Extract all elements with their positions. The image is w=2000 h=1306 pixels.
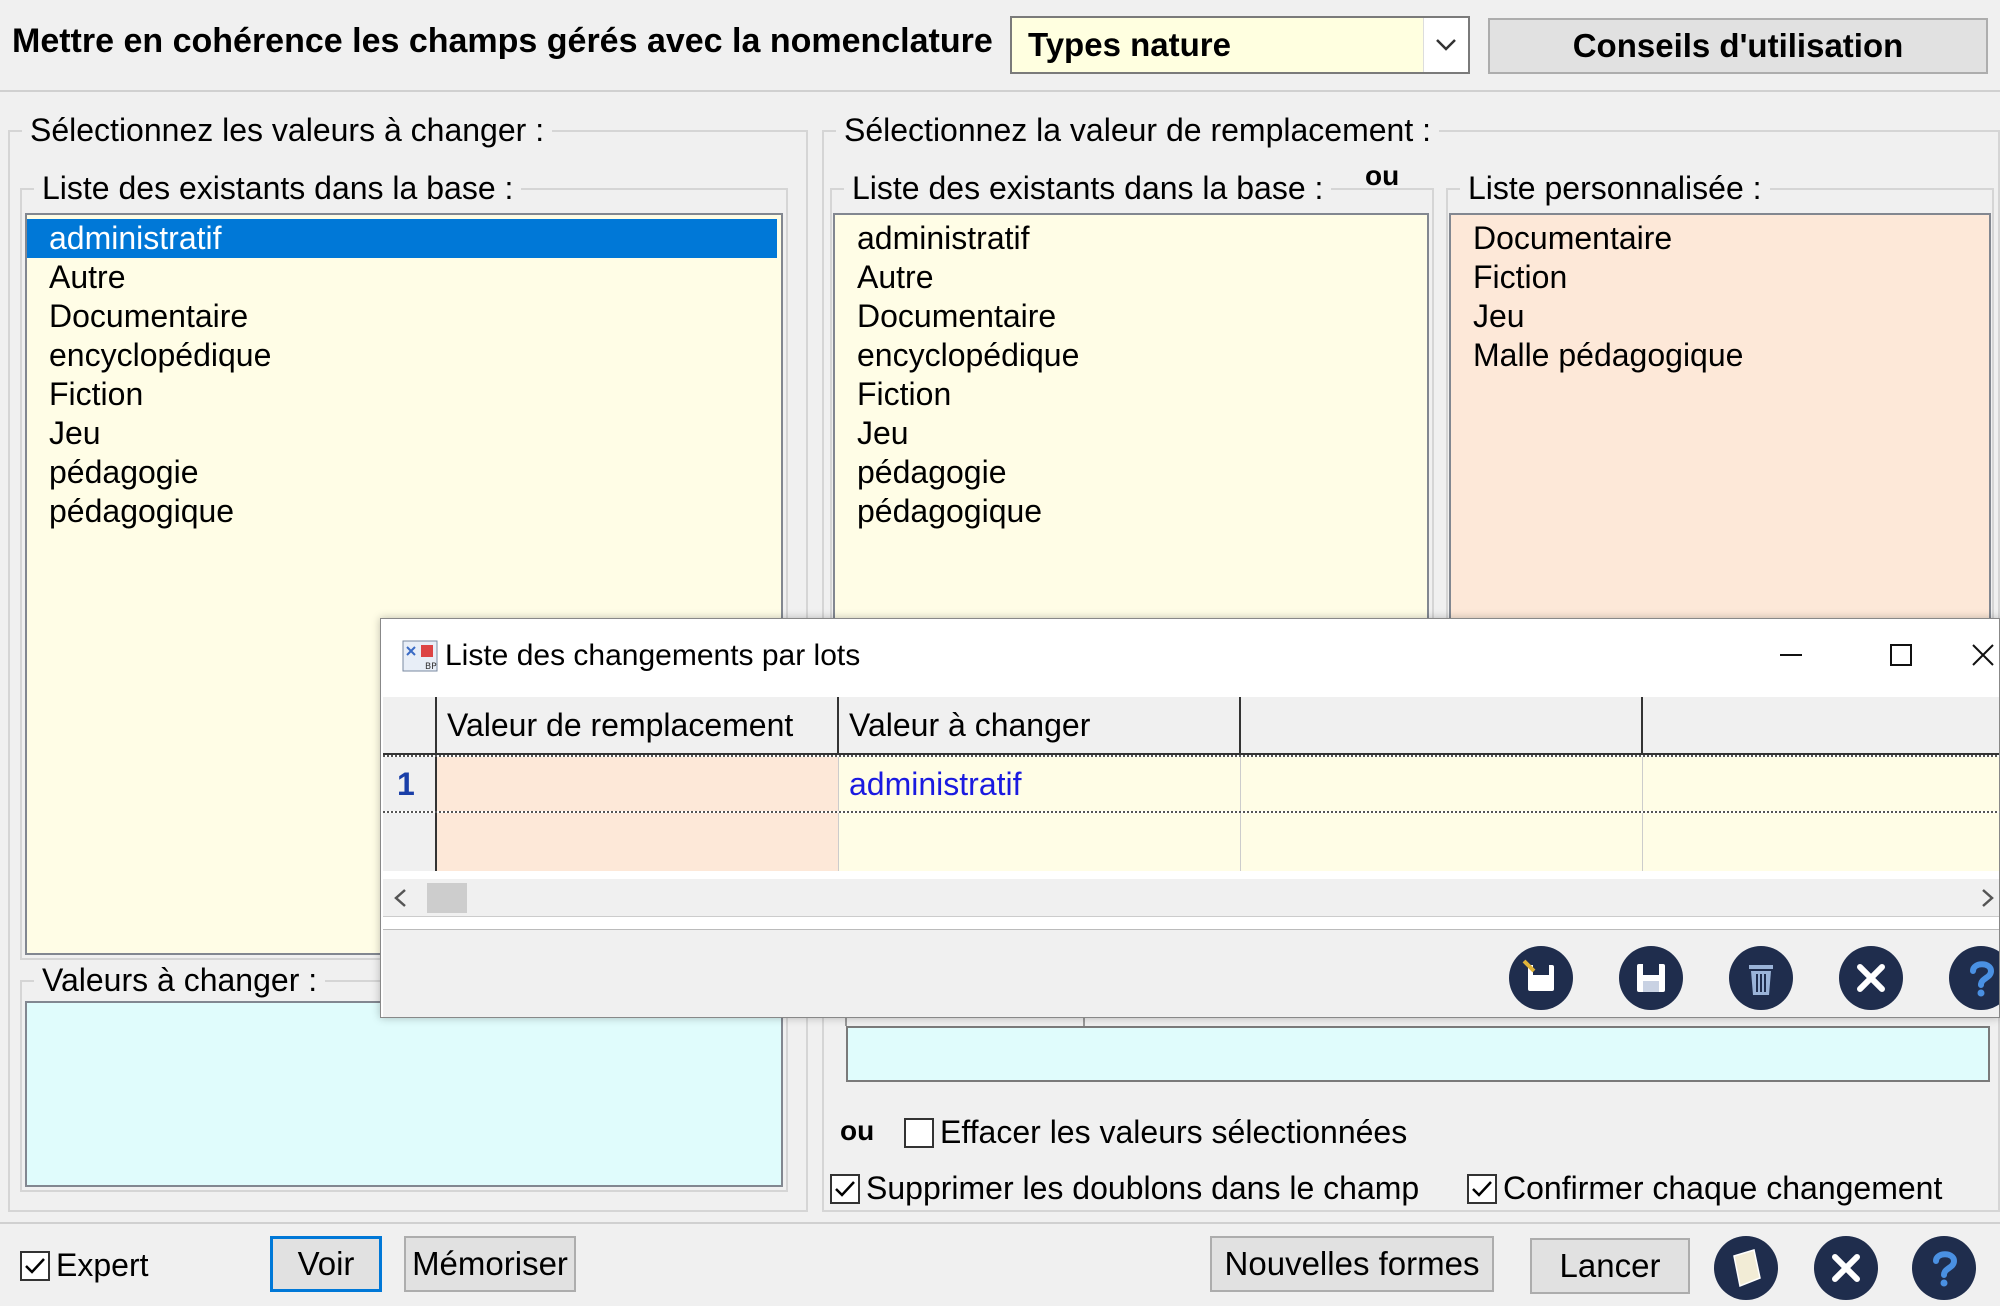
dedupe-checkbox-label: Supprimer les doublons dans le champ: [866, 1170, 1420, 1206]
column-header-value[interactable]: Valeur à changer: [839, 697, 1241, 753]
erase-checkbox[interactable]: Effacer les valeurs sélectionnées: [904, 1114, 1407, 1151]
list-item[interactable]: Fiction: [1451, 258, 1989, 297]
list-item[interactable]: Documentaire: [835, 297, 1427, 336]
right-list-legend: Liste des existants dans la base :: [852, 170, 1324, 206]
list-item[interactable]: Autre: [835, 258, 1427, 297]
replacement-cell[interactable]: [437, 813, 839, 871]
column-header-4[interactable]: [1643, 697, 1999, 753]
values-to-change-legend: Valeurs à changer :: [42, 962, 318, 998]
dedupe-checkbox[interactable]: Supprimer les doublons dans le champ: [830, 1170, 1419, 1207]
check-icon: [835, 1180, 855, 1197]
list-item[interactable]: Jeu: [27, 414, 781, 453]
dialog-toolbar: [383, 929, 1999, 1017]
list-item[interactable]: Malle pédagogique: [1451, 336, 1989, 375]
list-item[interactable]: pédagogie: [835, 453, 1427, 492]
horizontal-scrollbar[interactable]: [383, 879, 1999, 917]
row-number: 1: [383, 757, 437, 811]
scroll-thumb[interactable]: [427, 883, 467, 913]
left-group-legend: Sélectionnez les valeurs à changer :: [30, 112, 545, 148]
confirm-checkbox-box[interactable]: [1467, 1173, 1497, 1204]
empty-cell[interactable]: [1643, 757, 1999, 811]
dedupe-checkbox-box[interactable]: [830, 1173, 860, 1204]
empty-cell[interactable]: [1241, 757, 1643, 811]
check-icon: [1472, 1180, 1492, 1197]
app-icon: BP: [401, 637, 439, 675]
list-item[interactable]: Fiction: [835, 375, 1427, 414]
replacement-value-field[interactable]: [846, 1026, 1990, 1082]
close-icon[interactable]: [1814, 1236, 1878, 1300]
lancer-button[interactable]: Lancer: [1530, 1238, 1690, 1294]
confirm-checkbox-label: Confirmer chaque changement: [1503, 1170, 1943, 1206]
list-item[interactable]: encyclopédique: [835, 336, 1427, 375]
list-item[interactable]: encyclopédique: [27, 336, 781, 375]
empty-cell[interactable]: [1241, 813, 1643, 871]
minimize-icon[interactable]: [1761, 633, 1821, 677]
voir-button[interactable]: Voir: [270, 1236, 382, 1292]
ou-label-options: ou: [840, 1115, 875, 1146]
cancel-icon[interactable]: [1839, 946, 1903, 1010]
list-item[interactable]: Jeu: [835, 414, 1427, 453]
list-item[interactable]: Jeu: [1451, 297, 1989, 336]
combo-value: Types nature: [1028, 26, 1231, 63]
list-item[interactable]: administratif: [835, 219, 1427, 258]
expert-checkbox-box[interactable]: [20, 1250, 50, 1281]
values-to-change-list[interactable]: [25, 1001, 783, 1187]
erase-checkbox-box[interactable]: [904, 1117, 934, 1148]
trash-icon[interactable]: [1729, 946, 1793, 1010]
list-item[interactable]: administratif: [27, 219, 777, 258]
list-item[interactable]: Fiction: [27, 375, 781, 414]
value-cell[interactable]: [839, 813, 1241, 871]
list-item[interactable]: Documentaire: [1451, 219, 1989, 258]
memoriser-button[interactable]: Mémoriser: [404, 1236, 576, 1292]
list-item[interactable]: pédagogique: [27, 492, 781, 531]
list-item[interactable]: Autre: [27, 258, 781, 297]
scroll-left-icon[interactable]: [391, 887, 411, 914]
advice-button[interactable]: Conseils d'utilisation: [1488, 18, 1988, 74]
save-icon[interactable]: [1619, 946, 1683, 1010]
column-header-3[interactable]: [1241, 697, 1643, 753]
list-item[interactable]: Documentaire: [27, 297, 781, 336]
chevron-down-icon[interactable]: [1423, 18, 1468, 72]
ou-label-top: ou: [1365, 160, 1400, 191]
grid-header: Valeur de remplacement Valeur à changer: [383, 697, 1999, 755]
header-divider: [0, 90, 2000, 92]
dialog-titlebar[interactable]: BP Liste des changements par lots: [381, 619, 1999, 691]
right-group-legend: Sélectionnez la valeur de remplacement :: [844, 112, 1431, 148]
expert-checkbox-label: Expert: [56, 1247, 149, 1283]
dialog-close-icon[interactable]: [1971, 633, 1999, 677]
scroll-right-icon[interactable]: [1977, 887, 1997, 914]
help-icon[interactable]: [1912, 1236, 1976, 1300]
check-icon: [25, 1257, 45, 1274]
page-title: Mettre en cohérence les champs gérés ave…: [12, 22, 993, 60]
batch-changes-dialog: BP Liste des changements par lots Valeur…: [380, 618, 2000, 1018]
custom-list[interactable]: Documentaire Fiction Jeu Malle pédagogique: [1449, 213, 1991, 633]
expert-checkbox[interactable]: Expert: [20, 1247, 148, 1284]
confirm-checkbox[interactable]: Confirmer chaque changement: [1467, 1170, 1942, 1207]
nouvelles-formes-button[interactable]: Nouvelles formes: [1210, 1236, 1494, 1292]
list-item[interactable]: pédagogie: [27, 453, 781, 492]
row-number-header: [383, 697, 437, 753]
value-cell[interactable]: administratif: [839, 757, 1241, 811]
svg-text:BP: BP: [425, 662, 437, 672]
footer-divider: [0, 1222, 2000, 1224]
maximize-icon[interactable]: [1871, 633, 1931, 677]
empty-cell[interactable]: [1643, 813, 1999, 871]
left-list-legend: Liste des existants dans la base :: [42, 170, 514, 206]
field-type-combo[interactable]: Types nature: [1010, 16, 1470, 74]
note-icon[interactable]: [1714, 1236, 1778, 1300]
table-row[interactable]: [383, 813, 1999, 871]
table-row[interactable]: 1 administratif: [383, 755, 1999, 813]
dialog-title: Liste des changements par lots: [445, 639, 861, 672]
erase-checkbox-label: Effacer les valeurs sélectionnées: [940, 1114, 1408, 1150]
row-number: [383, 813, 437, 871]
column-header-replacement[interactable]: Valeur de remplacement: [437, 697, 839, 753]
changes-grid: Valeur de remplacement Valeur à changer …: [383, 697, 1999, 887]
list-item[interactable]: pédagogique: [835, 492, 1427, 531]
replacement-cell[interactable]: [437, 757, 839, 811]
custom-list-legend: Liste personnalisée :: [1468, 170, 1762, 206]
import-save-icon[interactable]: [1509, 946, 1573, 1010]
right-existing-list[interactable]: administratif Autre Documentaire encyclopéd…: [833, 213, 1429, 633]
dialog-help-icon[interactable]: [1949, 946, 1999, 1010]
